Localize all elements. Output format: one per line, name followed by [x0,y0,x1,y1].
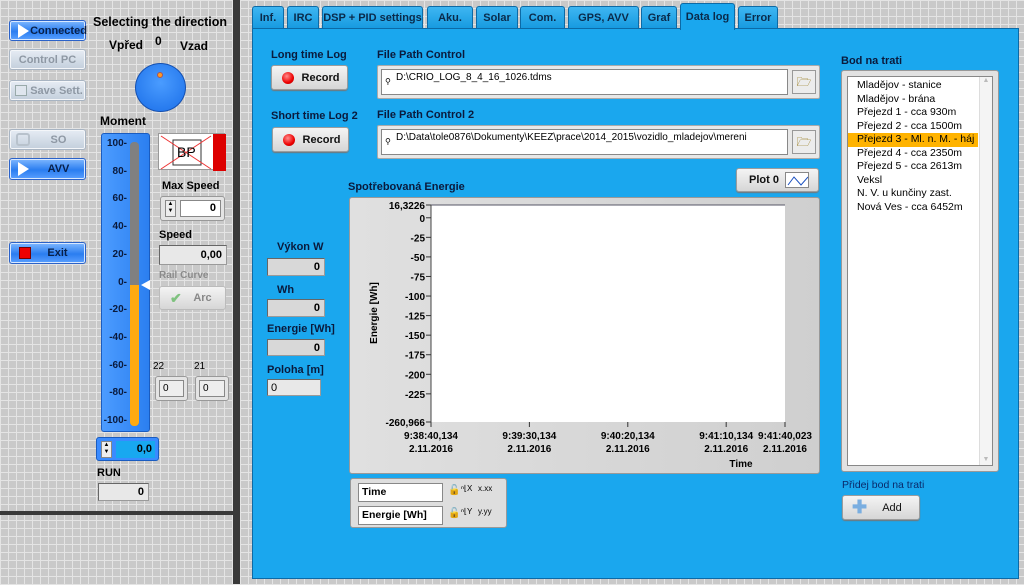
file-path-control-2[interactable]: ⚲ D:\Data\tole0876\Dokumenty\KEEZ\prace\2… [377,125,820,159]
add-track-point-label: Přidej bod na trati [842,479,925,491]
x-tick-label: 9:40:20,134 [601,431,655,442]
y-tick-label: -175 [405,351,425,362]
autoscale-y-icon[interactable]: ⁿ⌊Y [461,507,472,516]
short-log-label: Short time Log 2 [271,110,358,122]
y-tick-label: -75 [411,272,426,283]
track-list-item[interactable]: Přejezd 2 - cca 1500m [848,120,978,134]
tab-data-log[interactable]: Data log [680,3,735,30]
wh-label: Wh [277,284,295,296]
scale-legend: Time Energie [Wh] 🔓 ⁿ⌊X x.xx 🔓 ⁿ⌊Y y.yy [350,478,507,528]
data-log-panel: Long time Log Record Short time Log 2 Re… [252,28,1019,579]
record-icon [282,71,294,84]
energie-label: Energie [Wh] [267,323,335,335]
path-icon: ⚲ [385,137,391,146]
y-tick-label: -50 [411,253,426,264]
track-list-item[interactable]: Přejezd 4 - cca 2350m [848,147,978,161]
track-list-item[interactable]: Přejezd 1 - cca 930m [848,106,978,120]
poloha-indicator: 0 [267,379,321,396]
track-list-item[interactable]: Mladějov - stanice [848,79,978,93]
x-tick-label: 9:41:10,134 [699,431,753,442]
plot-legend[interactable]: Plot 0 [736,168,819,192]
x-scale-name[interactable]: Time [358,483,443,502]
chart-svg: 16,3226 0 -25 -50 -75 -100 -125 -150 -175 -200 -22… [369,201,812,470]
poloha-label: Poloha [m] [267,364,324,376]
browse-folder-icon[interactable]: 🗁 [792,130,816,154]
energie-indicator: 0 [267,339,325,356]
track-list-item[interactable]: Veksl [848,174,978,188]
x-tick-date-label: 2.11.2016 [704,444,748,455]
track-list-item[interactable]: Přejezd 5 - cca 2613m [848,160,978,174]
short-log-record-button[interactable]: Record [272,127,349,152]
y-format-icon[interactable]: y.yy [478,507,492,516]
y-axis-label: Energie [Wh] [369,282,380,344]
y-tick-label: 0 [419,214,425,225]
track-list-item[interactable]: Přejezd 3 - Ml. n. M. - háj [848,133,978,147]
x-tick-date-label: 2.11.2016 [763,444,807,455]
x-axis-label: Time [729,459,753,470]
x-tick-label: 9:39:30,134 [502,431,556,442]
file-path-control[interactable]: ⚲ D:\CRIO_LOG_8_4_16_1026.tdms 🗁 [377,65,820,99]
browse-folder-icon[interactable]: 🗁 [792,70,816,94]
track-list-item[interactable]: N. V. u kunčiny zast. [848,187,978,201]
x-tick-date-label: 2.11.2016 [409,444,453,455]
y-tick-label: -150 [405,331,425,342]
x-tick-label: 9:41:40,023 [758,431,812,442]
plot-area [431,205,785,422]
y-tick-label: -260,966 [386,418,426,429]
plot-line-icon [785,172,809,188]
y-tick-label: -100 [405,292,425,303]
vykon-indicator: 0 [267,258,325,276]
track-list-item[interactable]: Nová Ves - cca 6452m [848,201,978,215]
y-scale-name[interactable]: Energie [Wh] [358,506,443,525]
lock-icon[interactable]: 🔓 [448,485,460,496]
track-list-item[interactable]: Mladějov - brána [848,93,978,107]
track-point-label: Bod na trati [841,55,903,67]
y-tick-label: -125 [405,312,425,323]
vykon-label: Výkon W [277,241,324,253]
y-tick-label: 16,3226 [389,201,426,212]
y-tick-label: -200 [405,370,425,381]
y-tick-label: -25 [411,233,426,244]
autoscale-x-icon[interactable]: ⁿ⌊X [461,484,472,493]
wh-indicator: 0 [267,299,325,317]
y-tick-label: -225 [405,390,425,401]
lock-icon[interactable]: 🔓 [448,508,460,519]
record-icon [283,133,295,146]
x-tick-label: 9:38:40,134 [404,431,458,442]
long-log-label: Long time Log [271,49,347,61]
chart-title: Spotřebovaná Energie [348,181,465,193]
x-tick-date-label: 2.11.2016 [507,444,551,455]
x-format-icon[interactable]: x.xx [478,484,492,493]
add-button[interactable]: ✚ Add [842,495,920,520]
x-tick-date-label: 2.11.2016 [606,444,650,455]
track-point-listbox[interactable]: Mladějov - stanice Mladějov - brána Přejez… [841,70,999,472]
plus-icon: ✚ [852,497,868,517]
file-path-label: File Path Control [377,49,465,61]
file-path-2-label: File Path Control 2 [377,109,475,121]
listbox-scrollbar[interactable]: ▲ ▼ [979,77,992,465]
long-log-record-button[interactable]: Record [271,65,348,90]
path-icon: ⚲ [385,77,391,86]
